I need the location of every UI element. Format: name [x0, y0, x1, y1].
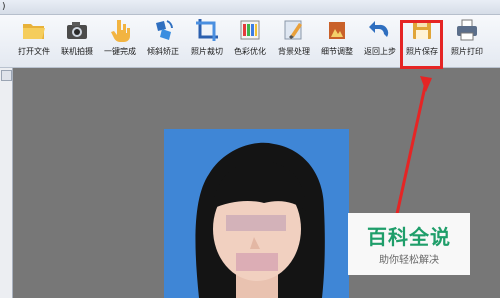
watermark-box: 百科全说 助你轻松解决 — [348, 213, 470, 275]
watermark-title: 百科全说 — [367, 225, 451, 249]
watermark-subtitle: 助你轻松解决 — [379, 255, 439, 266]
annotation-arrowhead — [420, 76, 432, 92]
save-button-highlight-box — [400, 20, 443, 69]
annotation-arrow-line — [395, 81, 428, 215]
